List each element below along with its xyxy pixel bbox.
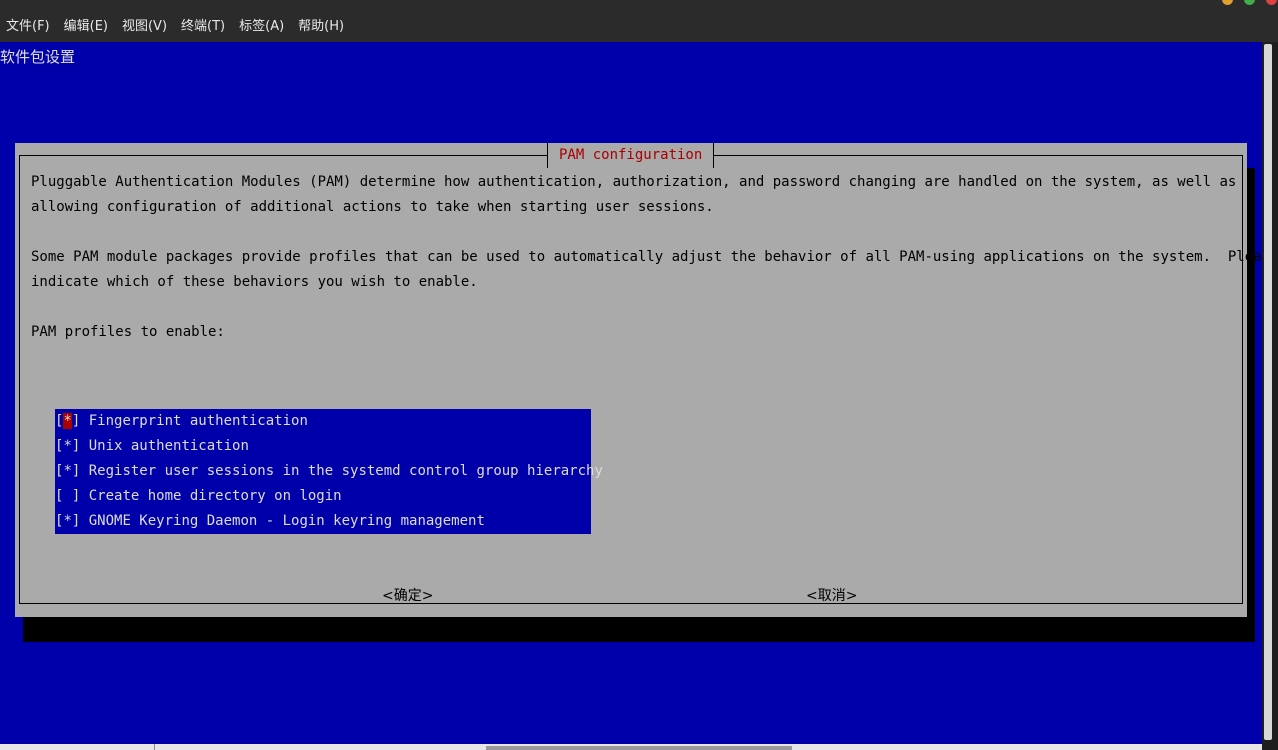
close-window-icon[interactable]	[1266, 0, 1277, 5]
terminal-screen[interactable]: 软件包设置 PAM configuration Pluggable Authen…	[0, 42, 1262, 744]
profile-label: Fingerprint authentication	[88, 413, 308, 429]
checkbox-bracket: ]	[71, 463, 89, 479]
description-line: Some PAM module packages provide profile…	[31, 249, 1262, 265]
checkbox-bracket: ]	[71, 488, 89, 504]
background-scrollbar	[486, 746, 792, 750]
menu-help[interactable]: 帮助(H)	[292, 15, 352, 34]
pam-profiles-checklist[interactable]: [*] Fingerprint authentication [*] Unix …	[55, 409, 603, 534]
menu-file[interactable]: 文件(F)	[0, 15, 58, 34]
description-line: indicate which of these behaviors you wi…	[31, 274, 478, 290]
background-window-edge	[0, 744, 1262, 750]
description-line: allowing configuration of additional act…	[31, 199, 714, 215]
profile-label: Register user sessions in the systemd co…	[88, 463, 603, 479]
terminal-window: 文件(F) 编辑(E) 视图(V) 终端(T) 标签(A) 帮助(H) 软件包设…	[0, 0, 1278, 750]
profile-item-systemd[interactable]: [*] Register user sessions in the system…	[55, 459, 603, 484]
menu-view[interactable]: 视图(V)	[116, 15, 175, 34]
pam-configuration-dialog: PAM configuration Pluggable Authenticati…	[15, 143, 1262, 617]
menu-bar: 文件(F) 编辑(E) 视图(V) 终端(T) 标签(A) 帮助(H)	[0, 6, 1278, 42]
menu-tabs[interactable]: 标签(A)	[233, 15, 292, 34]
profile-label: Create home directory on login	[88, 488, 342, 504]
checkbox-mark[interactable]: *	[63, 513, 71, 529]
backtitle: 软件包设置	[0, 48, 76, 66]
minimize-window-icon[interactable]	[1222, 0, 1233, 5]
profile-item-unix[interactable]: [*] Unix authentication	[55, 434, 249, 459]
checkbox-bracket: ]	[71, 438, 89, 454]
cancel-button[interactable]: <取消>	[806, 584, 857, 609]
ok-button[interactable]: <确定>	[382, 584, 433, 609]
checkbox-mark[interactable]: *	[63, 463, 71, 479]
menu-terminal[interactable]: 终端(T)	[175, 15, 233, 34]
profile-item-mkhomedir[interactable]: [ ] Create home directory on login	[55, 484, 342, 509]
checkbox-mark[interactable]: *	[63, 413, 72, 429]
description-line: Pluggable Authentication Modules (PAM) d…	[31, 174, 1237, 190]
profiles-prompt: PAM profiles to enable:	[31, 324, 225, 340]
checkbox-mark[interactable]: *	[63, 438, 71, 454]
divider	[154, 744, 155, 750]
checkbox-bracket: ]	[71, 413, 89, 429]
dialog-frame	[19, 155, 1243, 604]
scrollbar-thumb[interactable]	[1264, 44, 1272, 740]
profile-item-fingerprint[interactable]: [*] Fingerprint authentication	[55, 409, 308, 434]
profile-label: GNOME Keyring Daemon - Login keyring man…	[88, 513, 485, 529]
profile-item-gnome-keyring[interactable]: [*] GNOME Keyring Daemon - Login keyring…	[55, 509, 485, 534]
checkbox-bracket: ]	[71, 513, 89, 529]
dialog-title: PAM configuration	[547, 143, 715, 168]
profile-label: Unix authentication	[88, 438, 249, 454]
maximize-window-icon[interactable]	[1244, 0, 1255, 5]
checkbox-mark[interactable]	[63, 488, 71, 504]
menu-edit[interactable]: 编辑(E)	[58, 15, 116, 34]
